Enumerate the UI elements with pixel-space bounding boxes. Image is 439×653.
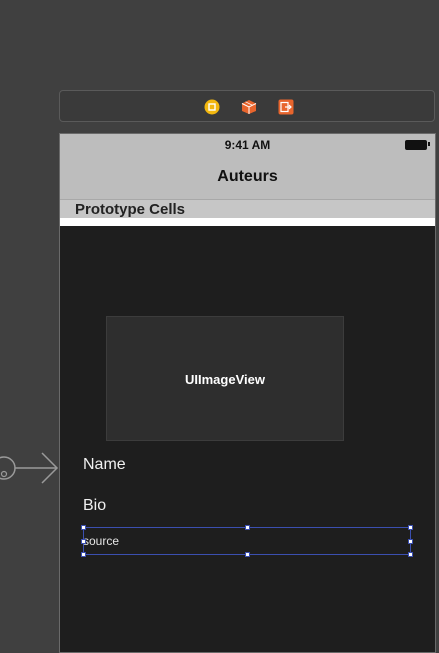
image-view[interactable]: UIImageView (106, 316, 344, 441)
resize-handle-bottom-right[interactable] (408, 552, 413, 557)
battery-icon (405, 140, 427, 150)
image-view-label: UIImageView (185, 372, 265, 387)
scene-dock (59, 90, 435, 122)
prototype-cells-header: Prototype Cells (60, 200, 435, 218)
first-responder-icon[interactable] (241, 99, 257, 115)
nav-title[interactable]: Auteurs (60, 168, 435, 186)
bio-label[interactable]: Bio (83, 497, 106, 515)
resize-handle-top-right[interactable] (408, 525, 413, 530)
view-controller-scene[interactable]: 9:41 AM Auteurs Prototype Cells UIImageV… (59, 133, 436, 653)
navigation-bar[interactable]: Auteurs (60, 154, 435, 200)
status-bar: 9:41 AM (60, 134, 435, 154)
resize-handle-top-left[interactable] (81, 525, 86, 530)
source-text: source (83, 534, 120, 548)
view-controller-icon[interactable] (204, 99, 220, 115)
resize-handle-bottom-center[interactable] (245, 552, 250, 557)
resize-handle-bottom-left[interactable] (81, 552, 86, 557)
table-separator (60, 218, 435, 226)
prototype-cells-label: Prototype Cells (75, 201, 186, 218)
battery-cap (428, 142, 430, 146)
segue-arrow-icon[interactable] (0, 448, 60, 493)
name-label[interactable]: Name (83, 456, 126, 474)
resize-handle-middle-right[interactable] (408, 539, 413, 544)
status-time: 9:41 AM (224, 138, 271, 152)
resize-handle-middle-left[interactable] (81, 539, 86, 544)
source-field[interactable]: source (81, 525, 413, 557)
resize-handle-top-center[interactable] (245, 525, 250, 530)
exit-icon[interactable] (278, 99, 294, 115)
